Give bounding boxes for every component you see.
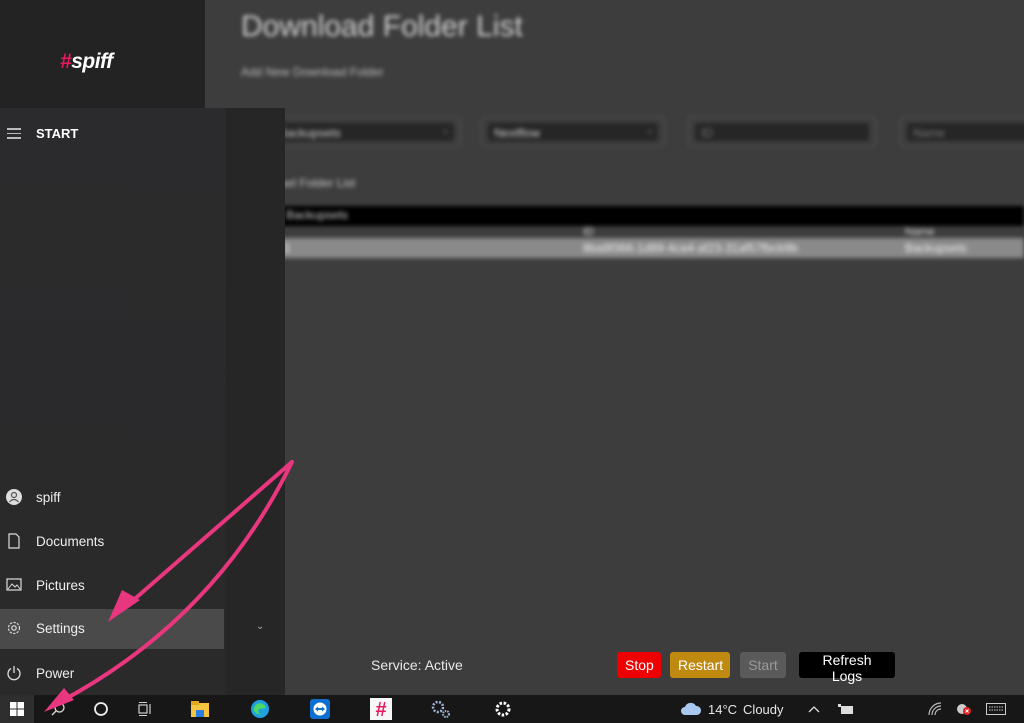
power-icon <box>7 666 21 681</box>
restart-button[interactable]: Restart <box>670 652 730 678</box>
start-item-pictures[interactable]: Pictures <box>0 566 224 606</box>
vpn-disconnected-icon <box>957 704 971 715</box>
spiff-app-button[interactable]: # <box>366 695 396 723</box>
edge-button[interactable] <box>245 695 275 723</box>
start-item-settings[interactable]: Settings <box>0 609 224 649</box>
weather-temperature: 14°C <box>708 701 738 717</box>
start-menu-header: START <box>36 126 79 141</box>
pictures-icon <box>6 578 22 591</box>
battery-tray-icon-button[interactable] <box>838 695 854 723</box>
edge-browser-icon <box>251 700 269 718</box>
start-menu-tiles-area <box>226 108 285 695</box>
settings-gear-icon <box>495 701 511 717</box>
chevron-up-icon <box>808 706 820 713</box>
stop-button[interactable]: Stop <box>617 652 661 678</box>
page-title: Download Folder List <box>241 10 523 43</box>
task-view-icon <box>138 702 151 716</box>
start-item-documents[interactable]: Documents <box>0 522 224 562</box>
folder-icon <box>191 701 209 717</box>
column-header-id: ID <box>583 226 594 238</box>
service-status: Service: Active <box>371 657 463 673</box>
svg-text:#: # <box>375 699 386 720</box>
chevron-down-icon: ⌄ <box>645 125 654 136</box>
keyboard-icon <box>986 703 1006 715</box>
column-header-name: Name <box>905 226 935 238</box>
id-input[interactable]: ID <box>687 116 877 148</box>
app-main: Download Folder List Add New Download Fo… <box>205 0 1024 695</box>
settings-gear-icon <box>7 621 21 635</box>
spiff-hash-icon: # <box>370 698 392 720</box>
settings-taskbar-button[interactable] <box>488 695 518 723</box>
touch-keyboard-button[interactable] <box>986 695 1006 723</box>
table-row[interactable]: 1 8ba9f366-1d89-4ca4-af23-31af57fbcb9b B… <box>280 238 1024 258</box>
chevron-down-icon: ⌄ <box>441 125 450 136</box>
user-avatar-icon <box>6 489 22 505</box>
file-explorer-button[interactable] <box>185 695 215 723</box>
battery-icon <box>838 704 853 714</box>
gears-icon <box>431 700 450 718</box>
show-hidden-icons-button[interactable] <box>808 695 820 723</box>
cloud-icon <box>681 702 702 715</box>
name-input[interactable]: Name <box>899 116 1024 148</box>
page-subtitle: Add New Download Folder <box>241 65 384 79</box>
app-brand-panel: #spiff <box>0 0 205 108</box>
network-tray-button[interactable] <box>928 695 942 723</box>
start-menu-nav <box>0 108 226 695</box>
windows-start-button[interactable] <box>0 695 34 723</box>
vpn-status-tray-button[interactable] <box>955 695 973 723</box>
wifi-icon <box>928 702 942 716</box>
chevron-down-icon[interactable]: ⌄ <box>256 621 264 632</box>
search-icon <box>51 702 65 716</box>
start-item-user[interactable]: spiff <box>0 478 224 518</box>
task-view-button[interactable] <box>131 695 159 723</box>
weather-condition: Cloudy <box>743 701 784 717</box>
table-group-header: Backupsets <box>280 206 1024 226</box>
windows-logo-icon <box>10 702 24 716</box>
cortana-circle-icon <box>94 702 108 716</box>
services-button[interactable] <box>426 695 456 723</box>
refresh-logs-button[interactable]: Refresh Logs <box>799 652 895 684</box>
teamviewer-button[interactable] <box>305 695 335 723</box>
flow-select[interactable]: Nextflow ⌄ <box>480 116 666 148</box>
taskbar: # 14°C Cloudy <box>0 695 1024 723</box>
start-menu: START spiff Documents Pictures Settings … <box>0 108 285 695</box>
weather-widget[interactable]: 14°C Cloudy <box>680 695 784 723</box>
spiff-logo: #spiff <box>60 50 113 73</box>
start-item-power[interactable]: Power <box>0 654 224 694</box>
section-label: uel Folder List <box>280 176 356 190</box>
hamburger-menu-icon[interactable] <box>7 128 21 142</box>
document-icon <box>8 533 20 549</box>
cortana-button[interactable] <box>87 695 115 723</box>
teamviewer-icon <box>310 699 330 719</box>
start-button[interactable]: Start <box>740 652 786 678</box>
search-button[interactable] <box>44 695 72 723</box>
